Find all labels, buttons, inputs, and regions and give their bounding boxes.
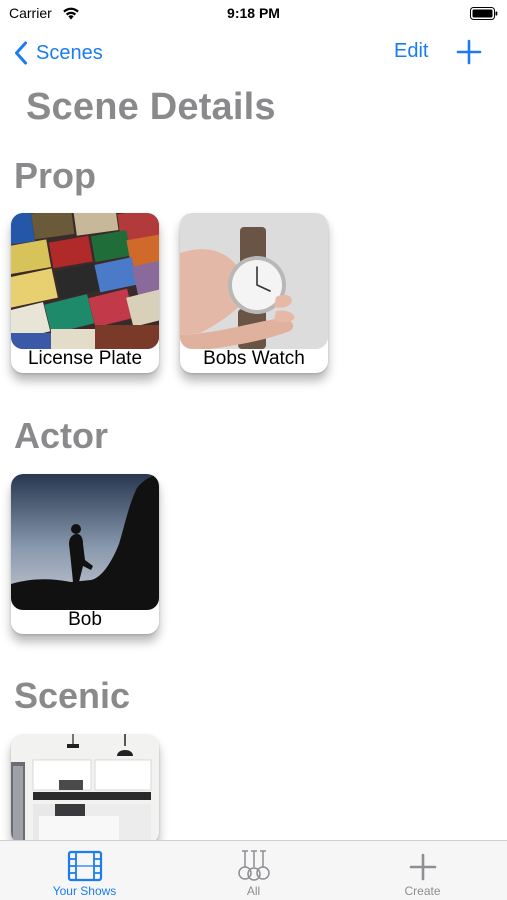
- edit-button[interactable]: Edit: [394, 40, 428, 63]
- add-button[interactable]: [456, 38, 482, 66]
- tab-all[interactable]: All: [169, 841, 338, 900]
- item-card-bob[interactable]: Bob: [11, 474, 159, 634]
- chevron-left-icon: [15, 41, 27, 65]
- clock: 9:18 PM: [227, 5, 280, 21]
- item-card-label: License Plate: [27, 348, 143, 369]
- tab-create[interactable]: Create: [338, 841, 507, 900]
- watch-image: [180, 213, 328, 349]
- section-title-scenic: Scenic: [14, 675, 131, 716]
- item-card-license-plate[interactable]: License Plate: [11, 213, 159, 373]
- license-plates-image: [11, 213, 159, 349]
- kitchen-image: [11, 734, 159, 844]
- actor-silhouette-image: [11, 474, 159, 610]
- battery-icon: [470, 7, 498, 20]
- item-card-label: Bobs Watch: [203, 348, 305, 369]
- item-card-label: Bob: [68, 609, 102, 630]
- plus-icon: [409, 853, 436, 881]
- tab-label: All: [246, 884, 261, 898]
- section-title-actor: Actor: [14, 415, 109, 456]
- item-card-bobs-watch[interactable]: Bobs Watch: [180, 213, 328, 373]
- tab-label: Create: [404, 884, 441, 898]
- back-button[interactable]: Scenes: [14, 38, 103, 68]
- film-icon: [67, 850, 102, 882]
- tab-label: Your Shows: [52, 884, 117, 898]
- tab-bar: Your Shows All Create: [0, 840, 507, 900]
- back-button-label: Scenes: [36, 41, 103, 64]
- page-title: Scene Details: [26, 86, 276, 128]
- section-title-prop: Prop: [14, 155, 97, 196]
- status-bar: Carrier 9:18 PM: [0, 0, 507, 30]
- item-card-scenic[interactable]: [11, 734, 159, 844]
- tab-your-shows[interactable]: Your Shows: [0, 841, 169, 900]
- guitars-icon: [237, 850, 270, 881]
